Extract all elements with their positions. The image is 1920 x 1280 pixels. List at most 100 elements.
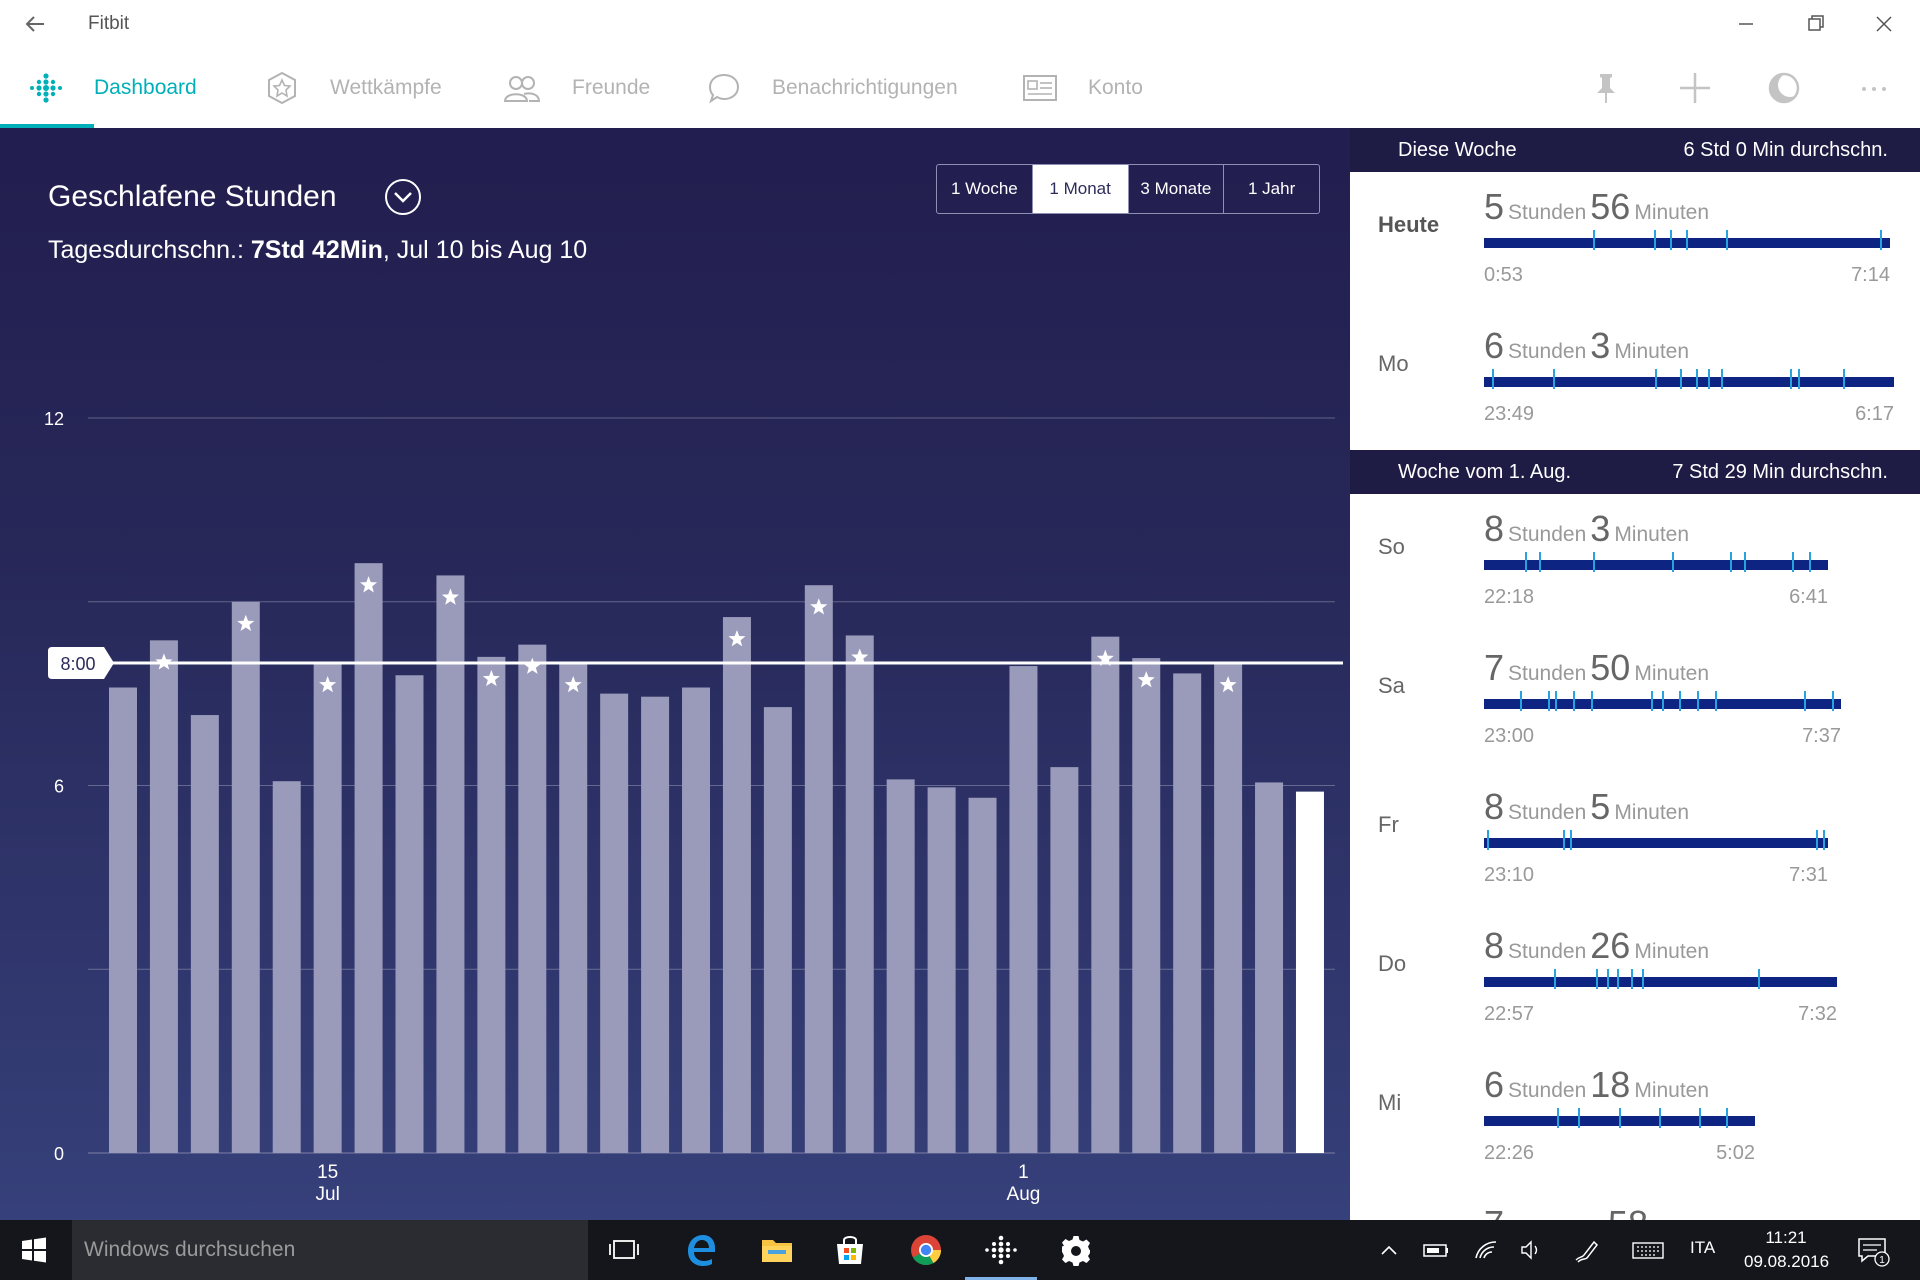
- wifi-icon[interactable]: [1470, 1230, 1504, 1270]
- restless-marker: [1578, 1108, 1580, 1128]
- bar: [272, 781, 301, 1153]
- task-view-icon[interactable]: [604, 1230, 644, 1270]
- sleep-day-row[interactable]: So 8 Stunden 3 Minuten 22:18 6:41: [1350, 494, 1920, 633]
- bar: [1173, 673, 1202, 1153]
- week-average: 7 Std 29 Min durchschn.: [1672, 461, 1888, 483]
- minutes-unit: Minuten: [1614, 523, 1690, 546]
- battery-icon[interactable]: [1420, 1230, 1454, 1270]
- day-name: Mo: [1378, 351, 1409, 376]
- day-name: Heute: [1378, 212, 1440, 237]
- day-name: So: [1378, 534, 1405, 559]
- windows-start-icon[interactable]: [16, 1232, 52, 1268]
- input-language[interactable]: ITA: [1690, 1238, 1715, 1258]
- restless-marker: [1790, 369, 1792, 389]
- range-3-months[interactable]: 3 Monate: [1127, 165, 1224, 213]
- range-1-week[interactable]: 1 Woche: [937, 165, 1032, 213]
- nav-label: Wettkämpfe: [330, 76, 442, 99]
- sleep-timeline-bar: [1484, 969, 1837, 989]
- sleep-duration: 7 Stunden 50 Minuten: [1484, 647, 1713, 689]
- clock-time: 11:21: [1765, 1228, 1807, 1247]
- duration-minutes: 5: [1590, 786, 1611, 827]
- keyboard-icon[interactable]: [1628, 1230, 1668, 1270]
- minutes-unit: Minuten: [1634, 201, 1710, 224]
- minutes-unit: Minuten: [1634, 1079, 1710, 1102]
- chevron-down-icon[interactable]: [384, 178, 422, 216]
- sleep-start-time: 23:49: [1484, 403, 1535, 425]
- restless-marker: [1557, 1108, 1559, 1128]
- back-arrow-icon[interactable]: [22, 10, 50, 38]
- range-1-month[interactable]: 1 Monat: [1031, 165, 1128, 213]
- restless-marker: [1631, 969, 1633, 989]
- sleep-timeline-bar: [1484, 1108, 1755, 1128]
- fitbit-app-icon[interactable]: [981, 1230, 1021, 1270]
- taskbar-search[interactable]: Windows durchsuchen: [72, 1220, 588, 1280]
- duration-minutes: 26: [1590, 925, 1631, 966]
- sleep-day-row[interactable]: Do 8 Stunden 26 Minuten 22:57 7:32: [1350, 911, 1920, 1050]
- taskbar-clock[interactable]: 11:21 09.08.2016: [1744, 1226, 1829, 1274]
- sleep-day-row[interactable]: Fr 8 Stunden 5 Minuten 23:10 7:31: [1350, 772, 1920, 911]
- sleep-duration: 6 Stunden 3 Minuten: [1484, 325, 1693, 367]
- sleep-day-row[interactable]: Mi 6 Stunden 18 Minuten 22:26 5:02: [1350, 1050, 1920, 1189]
- nav-notifications[interactable]: Benachrichtigungen: [706, 48, 958, 128]
- add-icon[interactable]: [1675, 68, 1715, 108]
- bar: [190, 715, 219, 1153]
- close-icon[interactable]: [1861, 8, 1907, 40]
- restless-marker: [1686, 230, 1688, 250]
- restless-marker: [1744, 552, 1746, 572]
- restless-marker: [1832, 691, 1834, 711]
- sleep-chart-panel: 12 6 0 15 Jul 1 Aug 8:00 Geschlafene Stunden Ta…: [0, 128, 1350, 1220]
- moon-icon[interactable]: [1764, 68, 1804, 108]
- sleep-day-row[interactable]: Sa 7 Stunden 50 Minuten 23:00 7:37: [1350, 633, 1920, 772]
- friends-icon: [503, 76, 541, 102]
- restless-marker: [1525, 552, 1527, 572]
- duration-hours: 6: [1484, 325, 1505, 366]
- volume-icon[interactable]: [1515, 1230, 1549, 1270]
- bar: [886, 779, 915, 1153]
- sleep-log-panel: Diese Woche 6 Std 0 Min durchschn. Heute 5 S…: [1350, 128, 1920, 1220]
- challenge-star-icon: [268, 71, 296, 105]
- range-1-year[interactable]: 1 Jahr: [1223, 165, 1319, 213]
- chevron-up-icon[interactable]: [1374, 1230, 1404, 1270]
- nav-account[interactable]: Konto: [1022, 48, 1143, 128]
- edge-browser-icon[interactable]: [681, 1230, 721, 1270]
- sleep-duration: 8 Stunden 5 Minuten: [1484, 786, 1693, 828]
- hours-unit: Stunden: [1508, 940, 1587, 963]
- chrome-icon[interactable]: [906, 1230, 946, 1270]
- bar: [231, 601, 260, 1153]
- sleep-day-row-partial[interactable]: 7 58: [1350, 1189, 1920, 1220]
- x-tick-month: Jul: [316, 1184, 340, 1205]
- settings-gear-icon[interactable]: [1056, 1230, 1096, 1270]
- sleep-day-row[interactable]: Mo 6 Stunden 3 Minuten 23:49 6:17: [1350, 311, 1920, 450]
- week-header: Diese Woche 6 Std 0 Min durchschn.: [1350, 128, 1920, 172]
- more-icon[interactable]: [1854, 68, 1894, 108]
- y-tick-label: 12: [44, 409, 64, 429]
- restless-marker: [1563, 830, 1565, 850]
- action-center-icon[interactable]: 1: [1852, 1230, 1892, 1270]
- sleep-start-time: 22:26: [1484, 1142, 1535, 1164]
- pin-icon[interactable]: [1586, 68, 1626, 108]
- bar: [109, 687, 137, 1153]
- sleep-duration: 8 Stunden 3 Minuten: [1484, 508, 1693, 550]
- nav-dashboard[interactable]: Dashboard: [28, 48, 197, 128]
- restless-marker: [1823, 830, 1825, 850]
- bar: [1214, 663, 1243, 1153]
- restless-marker: [1642, 969, 1644, 989]
- duration-hours: 8: [1484, 786, 1505, 827]
- restless-marker: [1730, 552, 1732, 572]
- day-name: Mi: [1378, 1090, 1402, 1115]
- nav-challenges[interactable]: Wettkämpfe: [264, 48, 442, 128]
- restless-marker: [1792, 552, 1794, 572]
- hours-unit: Stunden: [1508, 340, 1587, 363]
- nav-friends[interactable]: Freunde: [502, 48, 650, 128]
- file-explorer-icon[interactable]: [757, 1230, 797, 1270]
- bar: [682, 687, 711, 1153]
- sleep-duration: 8 Stunden 26 Minuten: [1484, 925, 1713, 967]
- pen-ink-icon[interactable]: [1570, 1230, 1604, 1270]
- sleep-day-row[interactable]: Heute 5 Stunden 56 Minuten 0:53 7:14: [1350, 172, 1920, 311]
- sleep-duration: 5 Stunden 56 Minuten: [1484, 186, 1713, 228]
- store-icon[interactable]: [830, 1230, 870, 1270]
- restore-icon[interactable]: [1792, 8, 1838, 40]
- bar: [845, 635, 874, 1153]
- minimize-icon[interactable]: [1723, 8, 1769, 40]
- hours-unit: Stunden: [1508, 801, 1587, 824]
